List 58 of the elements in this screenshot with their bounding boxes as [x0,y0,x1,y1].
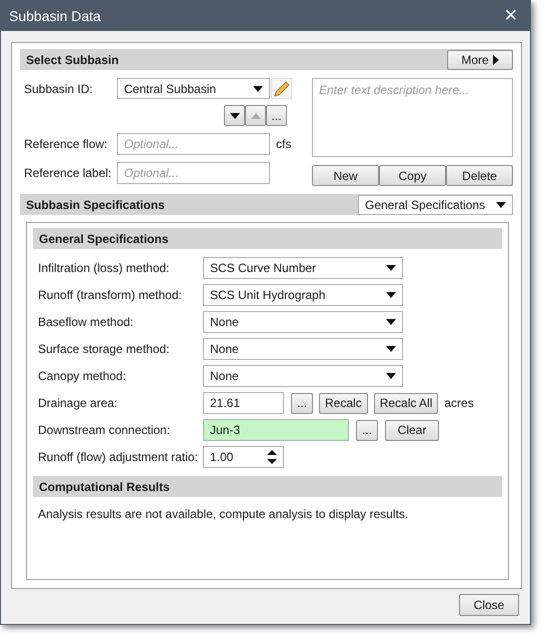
unit-label: acres [444,396,474,410]
results-message: Analysis results are not available, compute analysis to display results. [38,507,410,521]
caret-right-icon [492,54,499,64]
caret-up-icon [250,112,260,118]
browse-button[interactable]: ... [266,105,287,126]
field-label: Drainage area: [38,396,118,410]
pencil-icon [274,80,290,96]
browse-button[interactable]: ... [356,420,378,440]
close-button[interactable]: ✕ [502,6,520,26]
field-label: Reference flow: [24,137,108,151]
method-dropdown[interactable]: SCS Curve Number [203,257,403,279]
field-label: Canopy method: [38,369,128,383]
action-button[interactable]: Copy [379,165,446,186]
field-label: Surface storage method: [38,342,170,356]
field-label: Baseflow method: [38,315,134,329]
method-dropdown[interactable]: SCS Unit Hydrograph [203,284,403,306]
clear-button[interactable]: Clear [385,420,439,440]
section-title: Select Subbasin [26,52,119,66]
caret-down-icon [386,373,396,379]
spin-arrows-icon [267,450,277,464]
unit-label: cfs [276,137,292,151]
section-title: Computational Results [39,480,170,494]
caret-down-icon [386,346,396,352]
connection-field[interactable]: Jun-3 [203,419,349,441]
field-label: Runoff (flow) adjustment ratio: [38,450,199,464]
recalc-button[interactable]: Recalc [319,392,368,414]
section-title: Subbasin Specifications [26,198,165,212]
edit-button[interactable] [271,78,292,99]
caret-down-icon [386,319,396,325]
method-dropdown[interactable]: None [203,311,403,333]
field-label: Subbasin ID: [24,82,94,96]
subbasin-dropdown[interactable]: Central Subbasin [117,78,270,99]
reference-label-field[interactable]: Optional... [117,162,270,184]
next-button[interactable] [224,105,245,126]
ratio-spinner[interactable]: 1.00 [203,446,284,468]
area-field[interactable]: 21.61 [203,392,284,414]
caret-down-icon [496,202,506,208]
caret-down-icon [386,265,396,271]
caret-down-icon [253,86,263,92]
method-dropdown[interactable]: None [203,365,403,387]
method-dropdown[interactable]: None [203,338,403,360]
description-field[interactable]: Enter text description here... [312,78,513,157]
view-dropdown[interactable]: General Specifications [358,194,513,214]
window-title: Subbasin Data [9,8,101,24]
reference-flow-field[interactable]: Optional... [117,133,270,155]
more-button[interactable]: More [447,50,513,70]
field-label: Reference label: [24,166,112,180]
section-title: General Specifications [39,232,168,246]
caret-down-icon [386,292,396,298]
recalc-button[interactable]: Recalc All [374,392,438,414]
close-dialog-button[interactable]: Close [459,594,519,616]
browse-button[interactable]: ... [291,392,313,414]
action-button[interactable]: Delete [446,165,513,186]
field-label: Runoff (transform) method: [38,288,183,302]
field-label: Infiltration (loss) method: [38,261,170,275]
caret-down-icon [230,112,240,118]
action-button[interactable]: New [312,165,379,186]
field-label: Downstream connection: [38,423,172,437]
